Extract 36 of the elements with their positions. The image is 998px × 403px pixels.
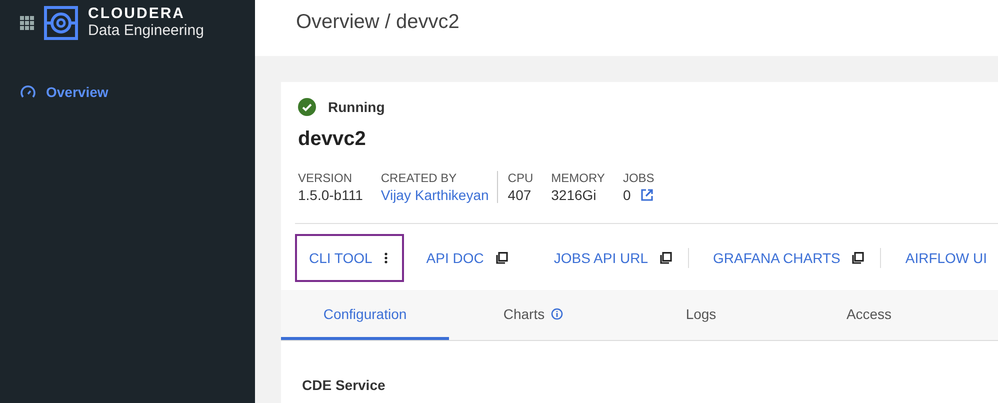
creator-link[interactable]: Vijay Karthikeyan — [380, 187, 489, 203]
status-label: Running — [328, 99, 385, 115]
stat-label: VERSION — [298, 171, 354, 185]
external-link-icon[interactable] — [640, 189, 653, 201]
tab[interactable]: Configuration — [281, 290, 449, 340]
link-button[interactable]: API DOC — [412, 234, 524, 282]
info-icon — [550, 308, 563, 320]
section-title: CDE Service — [302, 377, 386, 393]
stat-label: MEMORY — [551, 171, 605, 185]
stat-value: 1.5.0-b111 — [298, 187, 363, 203]
link-button[interactable]: GRAFANA CHARTS — [699, 234, 880, 282]
more-icon[interactable] — [384, 252, 388, 264]
nav-item[interactable]: Overview — [20, 84, 255, 100]
brand-name: CLOUDERA — [88, 6, 186, 22]
stat-value: 407 — [508, 187, 532, 203]
stat-label: JOBS — [622, 171, 654, 185]
copy-icon[interactable] — [660, 252, 672, 264]
tab[interactable]: Charts — [449, 290, 617, 340]
tab[interactable]: Logs — [617, 290, 785, 340]
stat-value: 0 — [622, 187, 631, 203]
copy-icon[interactable] — [852, 252, 864, 264]
apps-grid-icon[interactable] — [20, 16, 34, 30]
menu-button[interactable]: CLI TOOL — [295, 234, 404, 282]
tab[interactable]: Access — [785, 290, 953, 340]
stat-label: CREATED BY — [380, 171, 458, 185]
link-button[interactable]: JOBS API URL — [540, 234, 688, 282]
copy-icon[interactable] — [496, 252, 508, 264]
stat-value: 3216Gi — [551, 187, 596, 203]
link-button[interactable]: AIRFLOW UI — [891, 234, 998, 282]
check-circle-icon — [298, 98, 316, 116]
cluster-name: devvc2 — [298, 128, 367, 151]
breadcrumb: Overview / devvc2 — [296, 10, 460, 34]
gauge-icon — [20, 84, 36, 100]
stat-label: CPU — [508, 171, 534, 185]
product-name: Data Engineering — [88, 22, 204, 40]
logo-icon — [44, 6, 78, 40]
